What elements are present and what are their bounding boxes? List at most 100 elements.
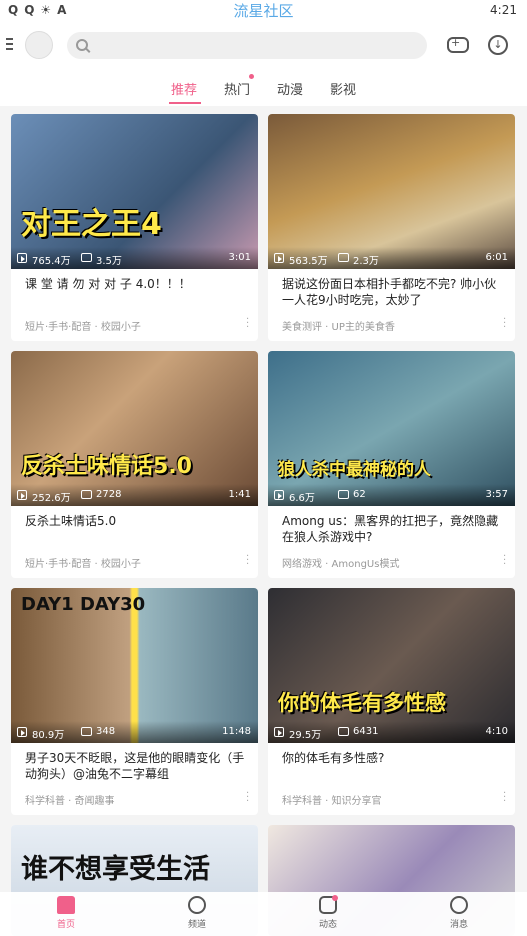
more-options-icon[interactable]: · · · (246, 315, 249, 333)
video-category: 美食测评 · UP主的美食香 (282, 322, 395, 333)
danmaku-count: 3.5万 (96, 256, 122, 267)
thumbnail-text: 对王之王4 (21, 207, 162, 242)
video-title[interactable]: 你的体毛有多性感? (282, 750, 502, 766)
danmaku-count: 348 (96, 726, 116, 737)
video-thumbnail[interactable]: 狼人杀中最神秘的人 6.6万 62 3:57 (268, 351, 515, 506)
thumbnail-meta: 765.4万 3.5万 3:01 (11, 247, 258, 269)
tab-recommend[interactable]: 推荐 (171, 79, 197, 98)
thumbnail-text: 反杀土味情话5.0 (21, 454, 192, 479)
video-duration: 1:41 (228, 489, 251, 500)
video-duration: 4:10 (485, 726, 508, 737)
video-card[interactable]: 对王之王4 765.4万 3.5万 3:01 课 堂 请 勿 对 对 子 4.0… (11, 114, 258, 341)
play-count-icon (274, 253, 284, 263)
video-duration: 3:57 (485, 489, 508, 500)
video-category: 网络游戏 · AmongUs模式 (282, 559, 400, 570)
video-card[interactable]: 你的体毛有多性感 29.5万 6431 4:10 你的体毛有多性感? 科学科普 … (268, 588, 515, 815)
bottom-navigation: 首页 频道 动态 消息 (0, 892, 527, 936)
video-card[interactable]: 563.5万 2.3万 6:01 据说这份面日本相扑手都吃不完? 帅小伙一人花9… (268, 114, 515, 341)
more-options-icon[interactable]: · · · (246, 552, 249, 570)
video-category: 科学科普 · 知识分享官 (282, 796, 382, 807)
nav-home-label: 首页 (56, 920, 75, 930)
category-tabs: 推荐 热门 动漫 影视 (0, 70, 527, 106)
more-options-icon[interactable]: · · · (503, 789, 506, 807)
danmaku-count: 2.3万 (353, 256, 379, 267)
video-title[interactable]: Among us：黑客界的扛把子，竟然隐藏在狼人杀游戏中? (282, 513, 502, 545)
video-title[interactable]: 男子30天不眨眼，这是他的眼睛变化（手动狗头）@油兔不二字幕组 (25, 750, 245, 782)
tab-hot-badge (249, 74, 254, 79)
tab-film[interactable]: 影视 (330, 79, 356, 98)
dynamic-icon (319, 895, 338, 914)
thumbnail-meta: 252.6万 2728 1:41 (11, 484, 258, 506)
play-count: 563.5万 (289, 256, 328, 267)
danmaku-icon (81, 253, 92, 262)
search-icon (76, 39, 88, 51)
more-options-icon[interactable]: · · · (503, 552, 506, 570)
danmaku-count: 62 (353, 489, 366, 500)
video-card[interactable]: DAY1 DAY30 80.9万 348 11:48 男子30天不眨眼，这是他的… (11, 588, 258, 815)
app-header: ↓ (0, 22, 527, 70)
video-category: 科学科普 · 奇闻趣事 (25, 796, 115, 807)
video-thumbnail[interactable]: 563.5万 2.3万 6:01 (268, 114, 515, 269)
danmaku-icon (81, 490, 92, 499)
video-title[interactable]: 课 堂 请 勿 对 对 子 4.0！！！ (25, 276, 245, 292)
play-count: 765.4万 (32, 256, 71, 267)
tab-hot[interactable]: 热门 (224, 79, 250, 98)
video-thumbnail[interactable]: 你的体毛有多性感 29.5万 6431 4:10 (268, 588, 515, 743)
app-title: 流星社区 (233, 2, 294, 20)
video-duration: 6:01 (485, 252, 508, 263)
thumbnail-meta: 563.5万 2.3万 6:01 (268, 247, 515, 269)
avatar[interactable] (25, 31, 53, 59)
danmaku-count: 2728 (96, 489, 122, 500)
thumbnail-meta: 80.9万 348 11:48 (11, 721, 258, 743)
thumbnail-meta: 6.6万 62 3:57 (268, 484, 515, 506)
channel-icon (188, 896, 206, 914)
search-bar[interactable] (67, 32, 427, 59)
video-title[interactable]: 反杀土味情话5.0 (25, 513, 245, 529)
danmaku-count: 6431 (353, 726, 379, 737)
play-count-icon (17, 253, 27, 263)
thumbnail-text: 谁不想享受生活 (21, 854, 210, 885)
thumbnail-text: 狼人杀中最神秘的人 (278, 460, 431, 480)
nav-message-label: 消息 (449, 920, 468, 930)
tab-anime[interactable]: 动漫 (277, 79, 303, 98)
video-thumbnail[interactable]: 对王之王4 765.4万 3.5万 3:01 (11, 114, 258, 269)
video-thumbnail[interactable]: DAY1 DAY30 80.9万 348 11:48 (11, 588, 258, 743)
gamepad-icon[interactable] (447, 36, 469, 53)
danmaku-icon (81, 727, 92, 736)
play-count-icon (17, 727, 27, 737)
dynamic-badge (332, 895, 338, 901)
play-count: 29.5万 (289, 730, 322, 741)
home-icon (57, 896, 75, 914)
nav-home[interactable]: 首页 (36, 896, 96, 930)
nav-channel-label: 频道 (187, 920, 206, 930)
more-options-icon[interactable]: · · · (503, 315, 506, 333)
thumbnail-meta: 29.5万 6431 4:10 (268, 721, 515, 743)
nav-dynamic-label: 动态 (318, 920, 337, 930)
nav-channel[interactable]: 频道 (167, 896, 227, 930)
play-count: 6.6万 (289, 493, 315, 504)
search-input[interactable] (95, 36, 415, 55)
status-time: 4:21 (490, 3, 517, 17)
danmaku-icon (338, 253, 349, 262)
video-duration: 11:48 (222, 726, 251, 737)
status-bar: Q Q ☀ A 流星社区 4:21 (0, 0, 527, 22)
video-category: 短片·手书·配音 · 校园小子 (25, 559, 141, 570)
video-duration: 3:01 (228, 252, 251, 263)
video-thumbnail[interactable]: 反杀土味情话5.0 252.6万 2728 1:41 (11, 351, 258, 506)
thumbnail-text: DAY1 DAY30 (21, 594, 146, 615)
nav-dynamic[interactable]: 动态 (298, 895, 358, 930)
tab-indicator (169, 102, 201, 104)
video-card[interactable]: 狼人杀中最神秘的人 6.6万 62 3:57 Among us：黑客界的扛把子，… (268, 351, 515, 578)
download-icon[interactable]: ↓ (488, 35, 508, 55)
message-icon (450, 896, 468, 914)
video-card[interactable]: 反杀土味情话5.0 252.6万 2728 1:41 反杀土味情话5.0 短片·… (11, 351, 258, 578)
nav-message[interactable]: 消息 (429, 896, 489, 930)
video-title[interactable]: 据说这份面日本相扑手都吃不完? 帅小伙一人花9小时吃完，太妙了 (282, 276, 502, 308)
danmaku-icon (338, 490, 349, 499)
video-category: 短片·手书·配音 · 校园小子 (25, 322, 141, 333)
play-count-icon (17, 490, 27, 500)
play-count-icon (274, 490, 284, 500)
thumbnail-text: 你的体毛有多性感 (278, 691, 446, 715)
menu-icon[interactable] (6, 38, 16, 52)
more-options-icon[interactable]: · · · (246, 789, 249, 807)
